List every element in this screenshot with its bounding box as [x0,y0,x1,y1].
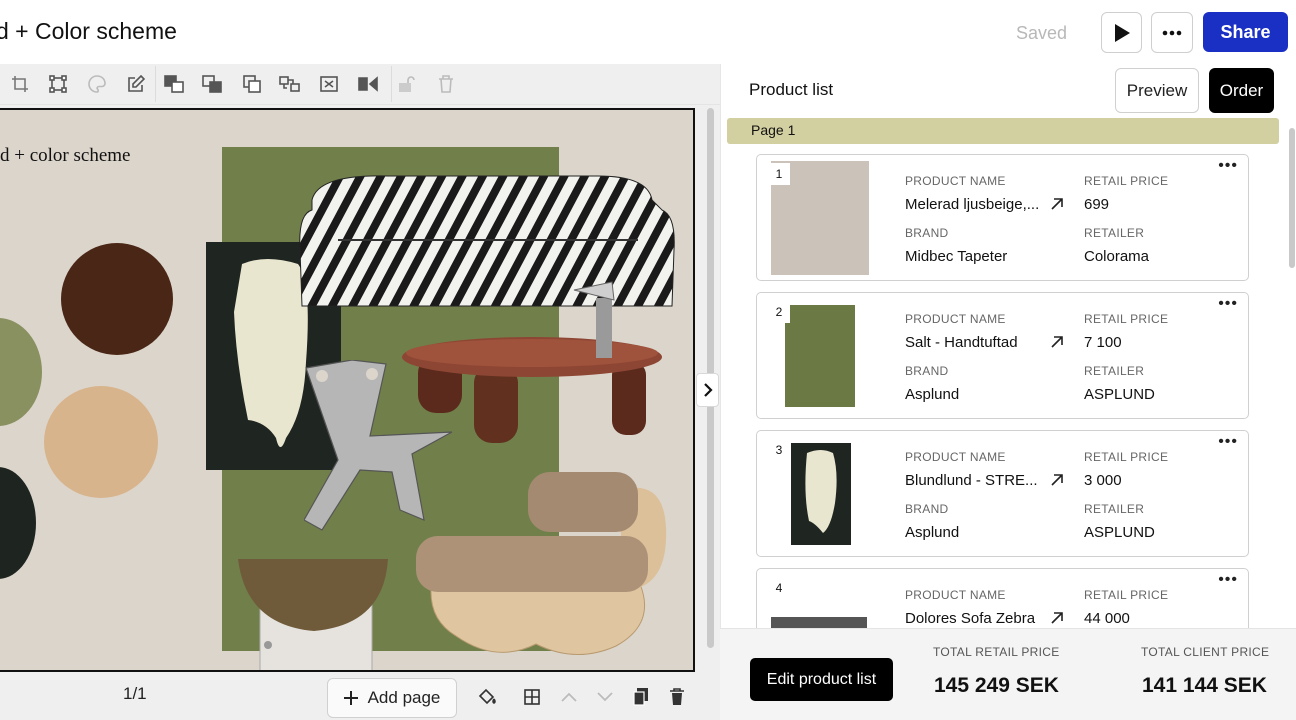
retailer-label: RETAILER [1084,364,1145,378]
delete-icon[interactable] [434,72,458,96]
product-name-label: PRODUCT NAME [905,450,1006,464]
retailer-value: ASPLUND [1084,386,1155,403]
fit-icon[interactable] [317,72,341,96]
retailer-value: Colorama [1084,248,1150,265]
retailer-value: ASPLUND [1084,524,1155,541]
edit-icon[interactable] [124,72,148,96]
color-swatch-dark-green[interactable] [0,467,36,579]
retailer-label: RETAILER [1084,226,1145,240]
chevron-right-icon [703,383,713,397]
lounge-chair-image[interactable] [416,468,668,664]
brand-label: BRAND [905,226,949,240]
retail-price: 7 100 [1084,334,1122,351]
brand-value: Midbec Tapeter [905,248,1008,265]
brand-label: BRAND [905,502,949,516]
product-name: Blundlund - STRE... [905,472,1038,489]
product-index: 1 [768,163,790,185]
product-card[interactable]: 3 PRODUCT NAME Blundlund - STRE... RETAI… [756,430,1249,557]
send-backward-icon[interactable] [200,72,224,96]
preview-button[interactable]: Preview [1115,68,1199,113]
copy-page-icon[interactable] [630,686,652,708]
moodboard-title[interactable]: d + color scheme [0,145,130,167]
add-page-button[interactable]: Add page [327,678,457,718]
canvas-toolbar [0,64,720,105]
group-icon[interactable] [278,72,302,96]
delete-page-icon[interactable] [666,686,688,708]
share-button[interactable]: Share [1203,12,1288,52]
side-table-image[interactable] [238,555,390,670]
duplicate-icon[interactable] [240,72,264,96]
document-title[interactable]: d + Color scheme [0,18,177,45]
product-card[interactable]: 1 PRODUCT NAME Melerad ljusbeige,... RET… [756,154,1249,281]
more-options-button[interactable] [1151,12,1193,53]
retailer-label: RETAILER [1084,502,1145,516]
product-list-title: Product list [749,80,834,99]
saved-status: Saved [1016,23,1068,43]
background-fill-icon[interactable] [476,686,498,708]
product-name: Melerad ljusbeige,... [905,196,1040,213]
external-link-icon[interactable] [1047,194,1067,214]
total-retail-value: 145 249 SEK [934,674,1059,697]
total-client-label: TOTAL CLIENT PRICE [1141,645,1270,659]
product-name-label: PRODUCT NAME [905,312,1006,326]
palette-icon[interactable] [85,72,109,96]
product-thumbnail[interactable] [785,305,855,407]
total-retail-label: TOTAL RETAIL PRICE [933,645,1060,659]
external-link-icon[interactable] [1047,332,1067,352]
app-window: d + Color scheme Saved Share d + color s… [0,0,1296,720]
lock-icon[interactable] [394,72,418,96]
brand-value: Asplund [905,386,960,403]
add-page-label: Add page [367,688,441,707]
product-index: 4 [768,577,790,599]
retail-price-label: RETAIL PRICE [1084,174,1169,188]
brand-value: Asplund [905,524,960,541]
grid-icon[interactable] [521,686,543,708]
product-name-label: PRODUCT NAME [905,588,1006,602]
product-list-scrollbar[interactable] [1289,128,1295,268]
product-name: Dolores Sofa Zebra [905,610,1036,627]
retail-price-label: RETAIL PRICE [1084,312,1169,326]
card-menu-icon[interactable]: ••• [1218,434,1238,450]
play-icon [1114,23,1130,42]
external-link-icon[interactable] [1047,608,1067,628]
plus-icon [343,691,358,705]
edit-product-list-button[interactable]: Edit product list [750,658,893,701]
move-up-icon[interactable] [558,686,580,708]
card-menu-icon[interactable]: ••• [1218,296,1238,312]
crop-icon[interactable] [8,72,32,96]
external-link-icon[interactable] [1047,470,1067,490]
page-section-header[interactable]: Page 1 [727,118,1279,144]
moodboard-canvas[interactable]: d + color scheme [0,108,695,672]
product-card[interactable]: 2 PRODUCT NAME Salt - Handtuftad RETAIL … [756,292,1249,419]
more-icon [1162,30,1182,35]
play-button[interactable] [1101,12,1142,53]
retail-price-label: RETAIL PRICE [1084,450,1169,464]
product-name: Salt - Handtuftad [905,334,1018,351]
retail-price: 3 000 [1084,472,1122,489]
total-client-value: 141 144 SEK [1142,674,1267,697]
product-index: 2 [768,301,790,323]
product-name-label: PRODUCT NAME [905,174,1006,188]
card-menu-icon[interactable]: ••• [1218,158,1238,174]
flip-icon[interactable] [356,72,380,96]
color-swatch-brown[interactable] [61,243,173,355]
thumbnail-brushstroke [805,450,837,533]
page-indicator: 1/1 [123,684,147,703]
lamp-image[interactable] [572,280,622,360]
color-swatch-sand[interactable] [44,386,158,498]
order-button[interactable]: Order [1209,68,1274,113]
card-menu-icon[interactable]: ••• [1218,572,1238,588]
move-down-icon[interactable] [594,686,616,708]
product-thumbnail[interactable] [791,443,851,545]
color-swatch-olive[interactable] [0,318,42,426]
retail-price-label: RETAIL PRICE [1084,588,1169,602]
product-index: 3 [768,439,790,461]
bring-forward-icon[interactable] [162,72,186,96]
retail-price: 699 [1084,196,1110,213]
retail-price: 44 000 [1084,610,1130,627]
brand-label: BRAND [905,364,949,378]
collapse-panel-button[interactable] [696,373,719,407]
top-bar: d + Color scheme Saved Share [0,0,1296,64]
transform-icon[interactable] [46,72,70,96]
